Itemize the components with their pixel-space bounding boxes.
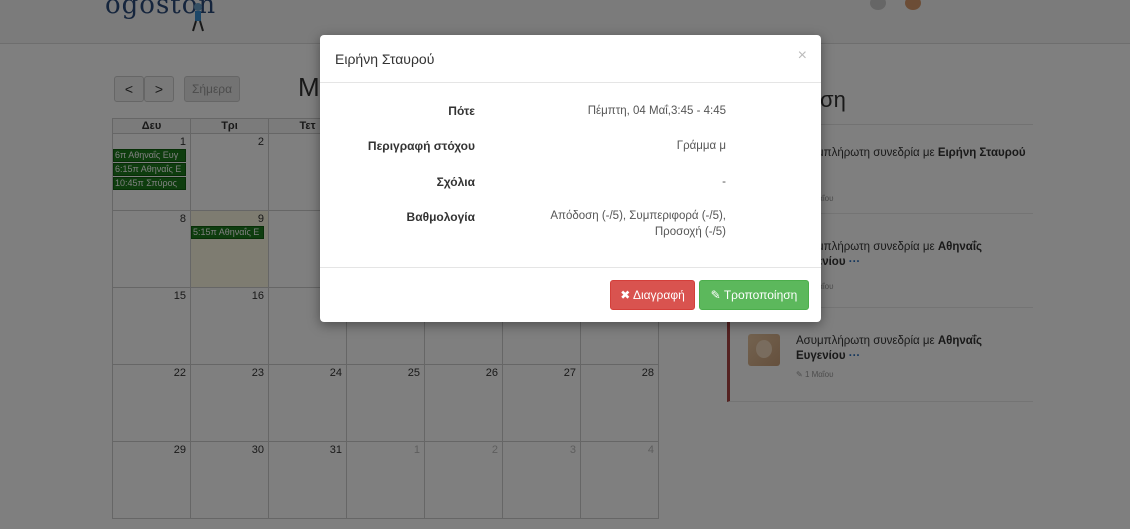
comments-label: Σχόλια — [436, 175, 475, 189]
goal-label: Περιγραφή στόχου — [367, 139, 475, 153]
modal-footer: ✖ Διαγραφή ✎ Τροποποίηση — [320, 267, 821, 322]
modal-header: Ειρήνη Σταυρού × — [320, 35, 821, 83]
rating-label: Βαθμολογία — [406, 210, 475, 224]
close-icon[interactable]: × — [798, 47, 807, 65]
delete-button[interactable]: ✖ Διαγραφή — [610, 280, 695, 310]
goal-value: Γράμμα μ — [676, 140, 726, 152]
pencil-icon: ✎ — [710, 288, 721, 302]
session-details-modal: Ειρήνη Σταυρού × Πότε Πέμπτη, 04 Μαΐ,3:4… — [320, 35, 821, 322]
comments-value: - — [722, 176, 726, 188]
delete-icon: ✖ — [620, 288, 631, 302]
rating-value: Απόδοση (-/5), Συμπεριφορά (-/5), Προσοχ… — [550, 210, 726, 238]
modal-title: Ειρήνη Σταυρού — [335, 51, 435, 67]
edit-button[interactable]: ✎ Τροποποίηση — [699, 280, 809, 310]
when-value: Πέμπτη, 04 Μαΐ,3:45 - 4:45 — [587, 105, 726, 117]
when-label: Πότε — [448, 104, 475, 118]
